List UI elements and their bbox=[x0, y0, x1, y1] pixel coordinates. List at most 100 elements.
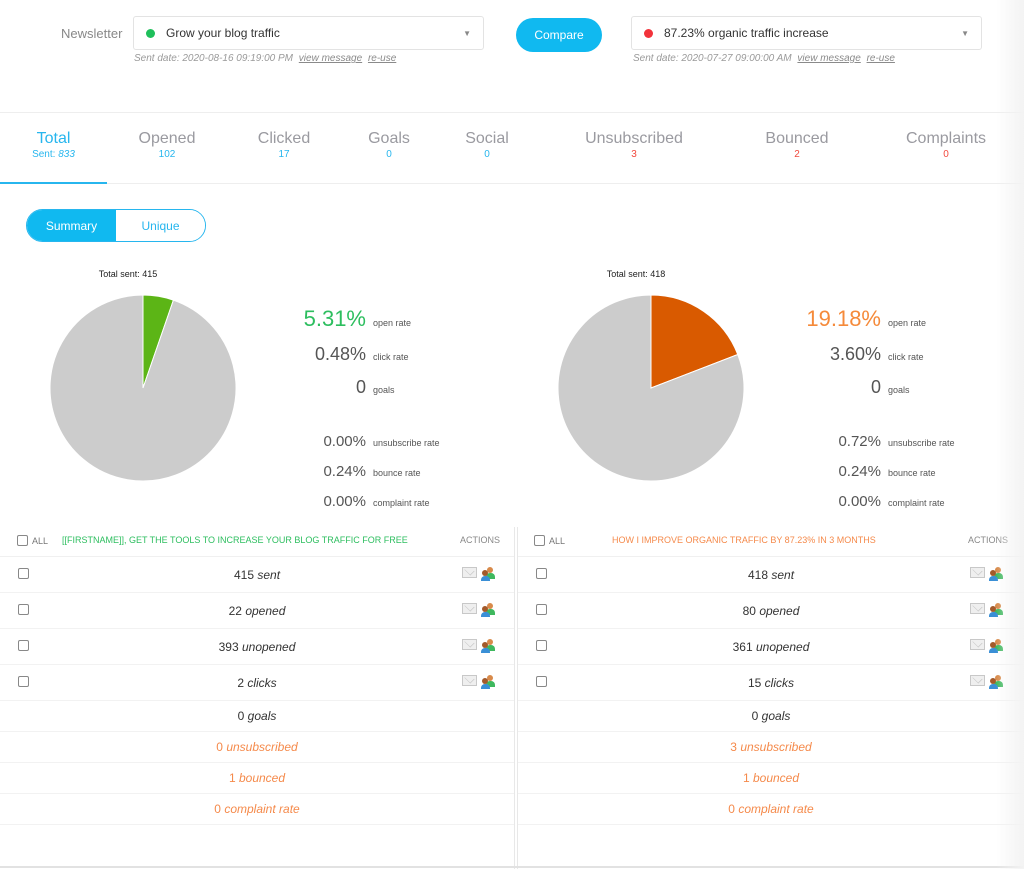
view-message-link-a[interactable]: view message bbox=[299, 53, 362, 64]
tab-label: Bounced bbox=[765, 130, 829, 147]
complaint-rate-value: 0.00% bbox=[838, 493, 881, 510]
bounce-rate-value: 0.24% bbox=[838, 463, 881, 480]
checkbox[interactable] bbox=[534, 535, 545, 546]
bounce-rate-value: 0.24% bbox=[323, 463, 366, 480]
tab-label: Total bbox=[36, 130, 71, 147]
tab-total[interactable]: Total Sent: 833 bbox=[0, 113, 107, 184]
tab-goals[interactable]: Goals 0 bbox=[349, 113, 429, 184]
table-header: ALL [[FIRSTNAME]], GET THE TOOLS TO INCR… bbox=[0, 527, 514, 557]
tab-label: Clicked bbox=[257, 130, 311, 147]
newsletter-select-a[interactable]: Grow your blog traffic ▼ bbox=[133, 16, 484, 50]
row-actions bbox=[970, 639, 1004, 653]
tab-complaints[interactable]: Complaints 0 bbox=[891, 113, 1001, 184]
users-icon[interactable] bbox=[989, 639, 1004, 653]
click-rate-label: click rate bbox=[888, 352, 924, 362]
open-rate-value: 19.18% bbox=[806, 306, 881, 331]
row-value: 0 goals bbox=[751, 709, 791, 723]
tab-value: 17 bbox=[278, 149, 290, 160]
tab-label: Social bbox=[465, 130, 509, 147]
mail-icon[interactable] bbox=[462, 567, 477, 578]
row-value: 0 unsubscribed bbox=[216, 740, 298, 754]
row-value: 2 clicks bbox=[237, 675, 277, 690]
tab-social[interactable]: Social 0 bbox=[447, 113, 527, 184]
bounce-rate-label: bounce rate bbox=[888, 468, 936, 478]
mail-icon[interactable] bbox=[462, 603, 477, 614]
row-value: 393 unopened bbox=[218, 639, 296, 654]
table-row: 415 sent bbox=[0, 557, 514, 593]
users-icon[interactable] bbox=[989, 675, 1004, 689]
open-rate-value: 5.31% bbox=[303, 306, 366, 331]
complaint-rate-label: complaint rate bbox=[888, 498, 945, 508]
unsubscribe-rate-label: unsubscribe rate bbox=[373, 438, 440, 448]
checkbox[interactable] bbox=[17, 535, 28, 546]
pie-a-title: Total sent: 415 bbox=[98, 269, 158, 279]
table-row: 0 goals bbox=[0, 701, 514, 732]
newsletter-select-b[interactable]: 87.23% organic traffic increase ▼ bbox=[631, 16, 982, 50]
click-rate-value: 0.48% bbox=[314, 344, 366, 364]
metric-tabs: Total Sent: 833 Opened 102 Clicked 17 Go… bbox=[0, 112, 1024, 184]
pie-chart-a bbox=[49, 294, 237, 482]
mail-icon[interactable] bbox=[462, 675, 477, 686]
table-row: 1 bounced bbox=[518, 763, 1024, 794]
pie-slice-unopened bbox=[49, 294, 237, 482]
table-row: 0 goals bbox=[518, 701, 1024, 732]
table-row: 2 clicks bbox=[0, 665, 514, 701]
goals-label: goals bbox=[373, 385, 395, 395]
mail-icon[interactable] bbox=[970, 603, 985, 614]
row-value: 80 opened bbox=[742, 603, 800, 618]
tab-value: 0 bbox=[484, 149, 490, 160]
view-message-link-b[interactable]: view message bbox=[797, 53, 860, 64]
tab-label: Complaints bbox=[905, 130, 987, 147]
tab-value: 102 bbox=[158, 149, 176, 160]
campaign-b-table: ALL HOW I IMPROVE ORGANIC TRAFFIC BY 87.… bbox=[517, 527, 1024, 869]
reuse-link-a[interactable]: re-use bbox=[368, 53, 396, 64]
select-all-checkbox[interactable]: ALL bbox=[534, 535, 565, 546]
tab-unsubscribed[interactable]: Unsubscribed 3 bbox=[573, 113, 695, 184]
users-icon[interactable] bbox=[481, 603, 496, 617]
tab-clicked[interactable]: Clicked 17 bbox=[234, 113, 334, 184]
row-actions bbox=[970, 603, 1004, 617]
users-icon[interactable] bbox=[989, 567, 1004, 581]
mail-icon[interactable] bbox=[462, 639, 477, 650]
users-icon[interactable] bbox=[481, 675, 496, 689]
row-value: 415 sent bbox=[233, 567, 281, 582]
users-icon[interactable] bbox=[481, 567, 496, 581]
sent-date-b: Sent date: 2020-07-27 09:00:00 AM bbox=[633, 53, 792, 64]
tab-value: 0 bbox=[943, 149, 949, 160]
row-value: 1 bounced bbox=[228, 771, 286, 785]
caret-down-icon: ▼ bbox=[961, 29, 969, 38]
unsubscribe-rate-label: unsubscribe rate bbox=[888, 438, 955, 448]
table-row: 418 sent bbox=[518, 557, 1024, 593]
mail-icon[interactable] bbox=[970, 675, 985, 686]
table-header: ALL HOW I IMPROVE ORGANIC TRAFFIC BY 87.… bbox=[518, 527, 1024, 557]
table-row: 0 complaint rate bbox=[0, 794, 514, 825]
tab-label: Opened bbox=[138, 130, 196, 147]
newsletter-b-name: 87.23% organic traffic increase bbox=[664, 26, 829, 40]
header: Newsletter Grow your blog traffic ▼ Sent… bbox=[0, 0, 1024, 112]
tab-value: 2 bbox=[794, 149, 800, 160]
select-all-checkbox[interactable]: ALL bbox=[17, 535, 48, 546]
row-value: 0 complaint rate bbox=[728, 802, 814, 816]
campaign-a-table: ALL [[FIRSTNAME]], GET THE TOOLS TO INCR… bbox=[0, 527, 515, 869]
mail-icon[interactable] bbox=[970, 639, 985, 650]
complaint-rate-label: complaint rate bbox=[373, 498, 430, 508]
row-value: 418 sent bbox=[747, 567, 795, 582]
mail-icon[interactable] bbox=[970, 567, 985, 578]
tab-bounced[interactable]: Bounced 2 bbox=[747, 113, 847, 184]
tab-opened[interactable]: Opened 102 bbox=[117, 113, 217, 184]
compare-button[interactable]: Compare bbox=[516, 18, 602, 52]
users-icon[interactable] bbox=[989, 603, 1004, 617]
summary-toggle-button[interactable]: Summary bbox=[27, 210, 116, 241]
row-actions bbox=[462, 639, 496, 653]
click-rate-value: 3.60% bbox=[829, 344, 881, 364]
table-row: 393 unopened bbox=[0, 629, 514, 665]
row-actions bbox=[970, 567, 1004, 581]
actions-header: ACTIONS bbox=[460, 535, 501, 545]
reuse-link-b[interactable]: re-use bbox=[867, 53, 895, 64]
status-dot-icon bbox=[146, 28, 155, 38]
view-toggle: Summary Unique bbox=[26, 209, 206, 242]
row-value: 22 opened bbox=[228, 603, 286, 618]
row-actions bbox=[462, 603, 496, 617]
users-icon[interactable] bbox=[481, 639, 496, 653]
unique-toggle-button[interactable]: Unique bbox=[116, 210, 205, 241]
